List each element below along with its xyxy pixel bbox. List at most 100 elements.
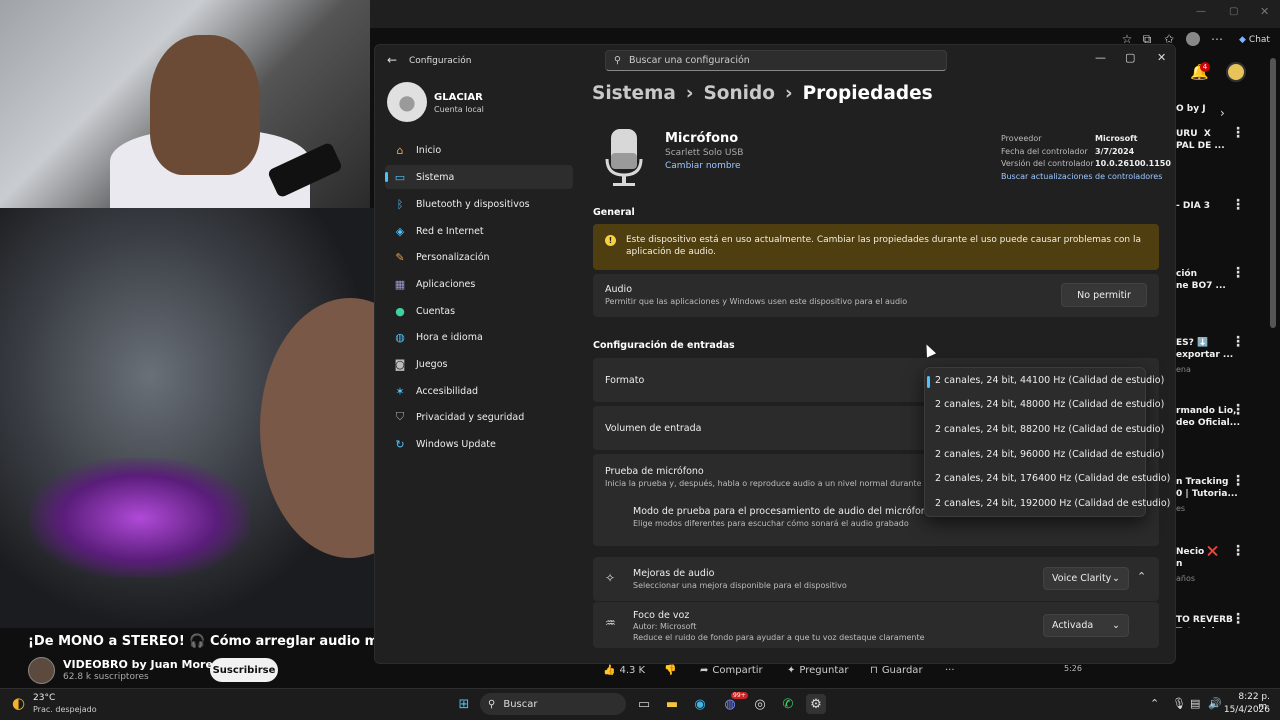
sidebar-item-aplicaciones[interactable]: ▦ Aplicaciones (385, 272, 573, 296)
like-button[interactable]: 👍 4.3 K (603, 662, 645, 678)
like-icon: 👍 (603, 664, 616, 676)
sidebar-item-label: Personalización (416, 251, 490, 263)
channel-avatar[interactable] (28, 657, 55, 684)
more-options-icon[interactable]: ⋮ (1231, 265, 1245, 281)
task-view-icon[interactable]: ▭ (634, 694, 654, 714)
enhance-dropdown[interactable]: Voice Clarity ⌄ (1043, 567, 1129, 590)
tray-chevron-icon[interactable]: ⌃ (1150, 697, 1159, 710)
edge-icon[interactable]: ◉ (690, 694, 710, 714)
sidebar-item-inicio[interactable]: ⌂ Inicio (385, 138, 573, 162)
rec-title[interactable]: ES? ⬇️ exportar ... (1176, 337, 1233, 361)
voice-focus-author: Autor: Microsoft (633, 622, 697, 631)
scrollbar[interactable] (1270, 58, 1276, 328)
format-option[interactable]: 2 canales, 24 bit, 192000 Hz (Calidad de… (935, 498, 1170, 509)
weather-temp[interactable]: 23°C (33, 693, 55, 703)
more-options-icon[interactable]: ⋮ (1231, 611, 1245, 627)
sidebar-item-windows[interactable]: ↻ Windows Update (385, 432, 573, 456)
sidebar-item-red[interactable]: ◈ Red e Internet (385, 219, 573, 243)
chevron-up-icon[interactable]: ⌃ (1137, 570, 1146, 583)
rec-title[interactable]: n Tracking 0 | Tutoria... (1176, 476, 1238, 500)
share-button[interactable]: ➦ Compartir (700, 662, 763, 678)
driver-update-link[interactable]: Buscar actualizaciones de controladores (1001, 172, 1162, 181)
weather-icon[interactable]: ◐ (12, 694, 25, 712)
sidebar-item-label: Inicio (416, 144, 442, 156)
sidebar-item-personalización[interactable]: ✎ Personalización (385, 245, 573, 269)
sidebar-item-juegos[interactable]: ◙ Juegos (385, 352, 573, 376)
sidebar-item-privacidad[interactable]: ⛉ Privacidad y seguridad (385, 405, 573, 429)
chat-button[interactable]: ◆ Chat (1233, 31, 1276, 49)
app-icon[interactable]: ◎ (750, 694, 770, 714)
rec-title[interactable]: Necio ❌ n (1176, 546, 1219, 570)
deny-button[interactable]: No permitir (1061, 283, 1147, 307)
voice-focus-dropdown[interactable]: Activada ⌄ (1043, 614, 1129, 637)
bluetooth-icon: ᛒ (396, 197, 404, 211)
sidebar-item-accesibilidad[interactable]: ✶ Accesibilidad (385, 379, 573, 403)
video-player[interactable] (0, 208, 440, 628)
rec-title[interactable]: O by J (1176, 103, 1206, 115)
accessibility-icon: ✶ (395, 384, 405, 398)
maximize-button[interactable]: ▢ (1125, 51, 1135, 64)
more-options-icon[interactable]: ⋮ (1231, 334, 1245, 350)
user-name: GLACIAR (434, 92, 483, 103)
more-options-icon[interactable]: ⋮ (1231, 402, 1245, 418)
save-button[interactable]: ⊓ Guardar (870, 662, 923, 678)
more-options-icon[interactable]: ⋮ (1231, 125, 1245, 141)
format-option[interactable]: 2 canales, 24 bit, 96000 Hz (Calidad de … (935, 449, 1164, 460)
file-explorer-icon[interactable]: ▬ (662, 694, 682, 714)
browser-menu-icon[interactable]: ⋯ (1210, 32, 1224, 46)
brush-icon: ✎ (395, 250, 405, 264)
subscribe-button[interactable]: Suscribirse (210, 658, 278, 682)
more-options-icon[interactable]: ⋮ (1231, 473, 1245, 489)
format-option[interactable]: 2 canales, 24 bit, 176400 Hz (Calidad de… (935, 473, 1170, 484)
channel-name[interactable]: VIDEOBRO by Juan Moreno (63, 658, 228, 671)
search-icon: ⚲ (488, 698, 496, 710)
selected-indicator (927, 376, 930, 388)
mic-test-title: Prueba de micrófono (605, 466, 704, 477)
update-icon: ↻ (395, 437, 405, 451)
more-options-icon[interactable]: ⋮ (1231, 197, 1245, 213)
microphone-tray-icon[interactable]: 🎙 (1172, 697, 1186, 710)
dislike-icon: 👎 (664, 664, 677, 676)
whatsapp-icon[interactable]: ✆ (778, 694, 798, 714)
start-icon[interactable]: ⊞ (454, 694, 474, 714)
user-avatar[interactable] (1226, 62, 1246, 82)
more-options-icon[interactable]: ⋮ (1231, 543, 1245, 559)
close-button[interactable]: ✕ (1157, 51, 1166, 64)
sidebar-item-bluetooth[interactable]: ᛒ Bluetooth y dispositivos (385, 192, 573, 216)
globe-icon: ◍ (395, 330, 405, 344)
chevron-right-icon[interactable]: › (1220, 106, 1225, 120)
format-option[interactable]: 2 canales, 24 bit, 48000 Hz (Calidad de … (935, 399, 1164, 410)
taskbar-search[interactable]: ⚲ Buscar (480, 693, 626, 715)
browser-minimize-icon[interactable]: — (1196, 6, 1206, 17)
sidebar-item-label: Hora e idioma (416, 331, 483, 343)
rec-title[interactable]: ción ne BO7 ... (1176, 268, 1226, 292)
breadcrumb-sonido[interactable]: Sonido (703, 83, 775, 104)
discord-badge: 99+ (731, 692, 748, 699)
rec-meta: años (1176, 574, 1196, 583)
breadcrumb-sistema[interactable]: Sistema (592, 83, 676, 104)
rec-title[interactable]: URU X PAL DE ... (1176, 128, 1225, 152)
rename-link[interactable]: Cambiar nombre (665, 161, 741, 171)
settings-icon[interactable]: ⚙ (806, 694, 826, 714)
ask-button[interactable]: ✦ Preguntar (787, 662, 848, 678)
minimize-button[interactable]: — (1095, 51, 1106, 64)
sidebar-item-hora[interactable]: ◍ Hora e idioma (385, 325, 573, 349)
format-option[interactable]: 2 canales, 24 bit, 88200 Hz (Calidad de … (935, 424, 1164, 435)
sidebar-item-cuentas[interactable]: ● Cuentas (385, 299, 573, 323)
rec-title[interactable]: - DIA 3 (1176, 200, 1210, 212)
sidebar-item-label: Red e Internet (416, 225, 484, 237)
audio-title: Audio (605, 284, 633, 295)
network-icon[interactable]: ▤ (1190, 697, 1200, 710)
dislike-button[interactable]: 👎 (664, 662, 676, 678)
browser-maximize-icon[interactable]: ▢ (1229, 6, 1238, 17)
more-actions-button[interactable]: ··· (945, 662, 955, 678)
sidebar-item-sistema[interactable]: ▭ Sistema (385, 165, 573, 189)
format-option[interactable]: 2 canales, 24 bit, 44100 Hz (Calidad de … (935, 375, 1164, 386)
settings-search-input[interactable]: ⚲ Buscar una configuración (605, 50, 947, 71)
browser-close-icon[interactable]: ✕ (1260, 5, 1269, 18)
clock-date[interactable]: 15/4/2026 (1220, 705, 1270, 715)
profile-icon[interactable] (1186, 32, 1200, 46)
audio-desc: Permitir que las aplicaciones y Windows … (605, 297, 908, 306)
back-arrow-icon[interactable]: ← (387, 53, 397, 67)
sidebar-item-label: Cuentas (416, 305, 456, 317)
